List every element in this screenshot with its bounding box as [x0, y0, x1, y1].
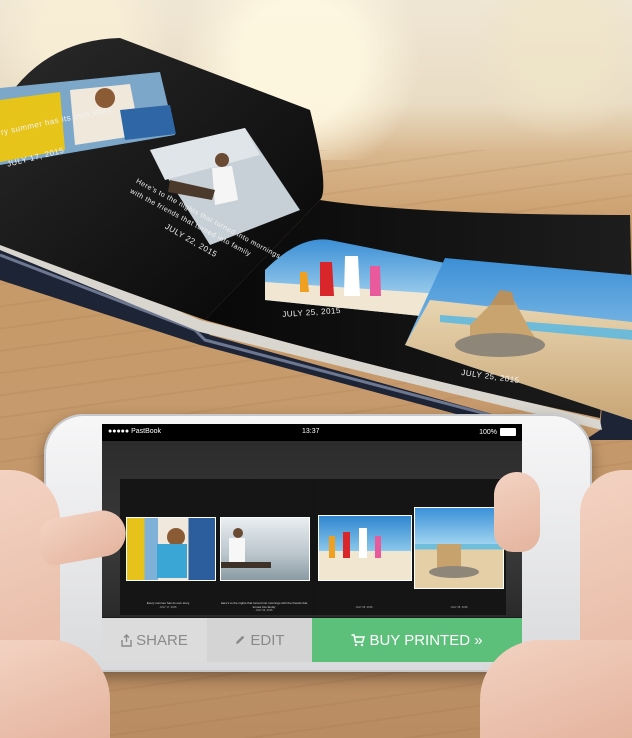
clock: 13:37 — [302, 428, 320, 435]
right-thumb — [494, 472, 540, 552]
photo-father-head — [233, 528, 243, 538]
preview-page-4[interactable]: JULY 25, 2015 — [412, 479, 506, 615]
edit-button[interactable]: EDIT — [207, 618, 312, 662]
cart-icon — [351, 633, 366, 647]
photobook-illustration — [0, 38, 632, 440]
photo-person-2 — [343, 532, 350, 558]
battery-icon — [500, 428, 516, 436]
share-icon — [121, 633, 132, 647]
preview-caption-1: Every summer has its own story — [146, 601, 190, 605]
printed-photobook: ry summer has its own story JULY 17, 201… — [0, 0, 632, 440]
buy-printed-button[interactable]: BUY PRINTED » — [312, 618, 522, 662]
preview-date-4: JULY 25, 2015 — [450, 606, 468, 609]
photo-father-child-pier — [220, 517, 310, 581]
book-spread[interactable]: Every summer has its own story JULY 17, … — [120, 479, 506, 615]
phone-screen: ●●●●● PastBook 13:37 100% Every summer h… — [102, 424, 522, 662]
carrier-label: ●●●●● PastBook — [108, 428, 162, 435]
pencil-icon — [234, 634, 246, 646]
preview-date-1: JULY 17, 2015 — [159, 606, 177, 609]
photo-bench — [221, 562, 271, 568]
preview-date-3: JULY 25, 2015 — [355, 606, 373, 609]
battery-percent: 100% — [479, 428, 497, 436]
photo-person-4 — [375, 536, 381, 558]
photo-person-3 — [359, 528, 367, 558]
photo-father-shirt — [229, 538, 245, 562]
edit-label: EDIT — [250, 631, 285, 649]
action-bar: SHARE EDIT BUY PRINTED » — [102, 618, 522, 662]
preview-page-3[interactable]: JULY 25, 2015 — [316, 479, 412, 615]
photo-kid-suitcases — [126, 517, 216, 581]
right-palm — [480, 640, 632, 738]
buy-printed-label: BUY PRINTED » — [369, 631, 483, 649]
share-label: SHARE — [136, 631, 188, 649]
battery-status: 100% — [479, 428, 516, 436]
photo-person-1 — [329, 536, 335, 558]
photo-sandcastle — [414, 507, 504, 589]
status-bar: ●●●●● PastBook 13:37 100% — [102, 424, 522, 441]
photo-family-beach — [318, 515, 412, 581]
photobook-preview[interactable]: Every summer has its own story JULY 17, … — [102, 441, 522, 617]
preview-date-2: JULY 22, 2015 — [255, 609, 273, 612]
photo-child-body — [157, 544, 187, 578]
share-button[interactable]: SHARE — [102, 618, 207, 662]
preview-page-2[interactable]: Here's to the nights that turned into mo… — [216, 479, 312, 615]
photo-rocks — [429, 566, 479, 578]
preview-page-1[interactable]: Every summer has its own story JULY 17, … — [120, 479, 216, 615]
